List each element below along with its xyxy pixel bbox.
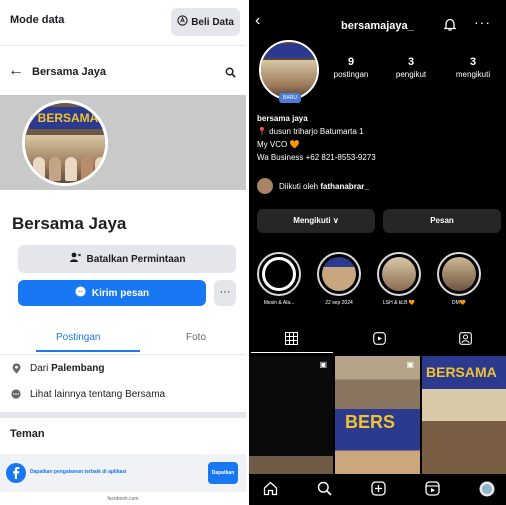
follower-avatar [257,178,273,194]
data-icon [177,15,188,29]
location-pin-icon [10,363,22,374]
back-arrow-icon[interactable]: ← [8,62,24,80]
bio-line: 📍 dusun triharjo Batumarta 1 [257,127,364,136]
friends-heading: Teman [10,428,45,440]
highlight-circle[interactable] [257,252,301,296]
followers-count: 3 [407,56,415,68]
get-app-button[interactable]: Dapatkan [208,462,238,484]
bio-line: My VCO 🧡 [257,140,300,149]
ig-avatar-banner [263,44,317,58]
stat-followers[interactable]: 3 pengikut [381,56,441,79]
fb-nav-bar: ← Bersama Jaya [0,58,246,88]
mode-data-label: Mode data [10,14,65,26]
send-message-button[interactable]: Kirim pesan [18,280,206,306]
create-post-icon[interactable] [371,481,386,501]
ig-top-bar: ‹ bersamajaya_ ··· [249,0,506,40]
highlight-label: LSH & kLB 🧡 [382,300,416,306]
highlight-circle[interactable] [317,252,361,296]
grid-icon[interactable] [285,332,298,350]
following-button[interactable]: Mengikuti ∨ [257,209,375,233]
fb-top-bar: Mode data Beli Data [0,0,246,46]
highlight-label: DM🧡 [451,300,466,306]
app-install-banner: Dapatkan pengalaman terbaik di aplikasi … [0,454,246,492]
cancel-request-button[interactable]: Batalkan Permintaan [18,245,236,273]
stat-posts[interactable]: 9 postingan [321,56,381,79]
back-chevron-icon[interactable]: ‹ [255,12,260,30]
avatar-group-photo [25,135,105,183]
ig-profile-avatar[interactable] [259,40,319,100]
posts-label: postingan [333,70,369,79]
reels-nav-icon[interactable] [425,481,440,501]
posts-count: 9 [347,56,355,68]
section-divider [0,412,246,418]
more-options-button[interactable]: ··· [214,280,236,306]
posts-grid: ▣ ▣ BERS BERSAMA [249,356,506,474]
beli-data-button[interactable]: Beli Data [171,8,240,36]
new-badge: BARU [279,93,301,103]
post-banner-text: BERSAMA [426,364,497,380]
ig-tabs [249,330,506,354]
ig-username: bersamajaya_ [341,20,414,32]
active-tab-indicator [36,350,140,352]
person-icon [69,252,81,266]
post-thumbnail[interactable]: ▣ BERS [335,356,420,474]
stat-following[interactable]: 3 mengikuti [443,56,503,79]
location-prefix: Dari [30,362,52,374]
fb-tabs: Postingan Foto [0,326,246,354]
highlight-circle[interactable] [437,252,481,296]
search-icon[interactable] [317,481,332,501]
followed-by-prefix: Diikuti oleh [279,181,321,191]
search-icon[interactable] [225,65,236,83]
facebook-logo-icon [6,463,26,488]
tagged-icon[interactable] [459,332,472,350]
message-button[interactable]: Pesan [383,209,501,233]
profile-name: Bersama Jaya [12,214,127,233]
facebook-profile-panel: Mode data Beli Data ← Bersama Jaya BERSA… [0,0,246,505]
url-label: facebook.com [107,496,139,502]
location-row: Dari Palembang [0,357,246,379]
following-count: 3 [469,56,477,68]
following-label: mengikuti [455,70,491,79]
reel-badge-icon: ▣ [406,360,414,369]
highlight-label: 22 sep 2024 [325,300,353,306]
post-banner-text: BERS [345,412,396,432]
tabs-divider [0,354,246,355]
active-tab-indicator [251,352,333,353]
home-icon[interactable] [263,481,278,501]
post-thumbnail[interactable]: BERSAMA [422,356,506,474]
highlight-label: Mesin & Ala... [263,300,295,306]
more-dots-icon [10,389,22,399]
reel-badge-icon: ▣ [319,360,327,369]
followed-by-row[interactable]: Diikuti oleh fathanabrar_ [257,178,497,194]
see-more-row[interactable]: Lihat lainnya tentang Bersama [0,383,246,405]
more-options-icon[interactable]: ··· [474,14,491,30]
cancel-request-label: Batalkan Permintaan [86,253,186,265]
screenshot-root: Mode data Beli Data ← Bersama Jaya BERSA… [0,0,506,505]
beli-data-label: Beli Data [191,16,234,28]
tab-foto[interactable]: Foto [186,332,206,343]
avatar-banner-text: BERSAMA [29,107,105,129]
profile-avatar-icon[interactable] [479,481,495,502]
page-title: Bersama Jaya [32,66,107,78]
followed-by-user: fathanabrar_ [320,181,369,191]
profile-avatar[interactable]: BERSAMA [22,100,108,186]
location-city: Palembang [51,362,105,374]
ig-bottom-nav [249,474,506,505]
send-message-label: Kirim pesan [91,287,150,299]
messenger-icon [75,286,86,300]
followers-label: pengikut [395,70,427,79]
instagram-profile-panel: ‹ bersamajaya_ ··· BARU 9 postingan 3 pe… [249,0,506,505]
see-more-label: Lihat lainnya tentang Bersama [30,388,166,400]
bell-icon[interactable] [443,18,457,36]
reels-icon[interactable] [373,332,386,350]
tab-postingan[interactable]: Postingan [56,332,100,343]
bio-name: bersama jaya [257,114,308,123]
bio-line: Wa Business +62 821-8553-9273 [257,153,376,162]
app-banner-text: Dapatkan pengalaman terbaik di aplikasi [30,469,127,475]
post-thumbnail[interactable]: ▣ [249,356,333,474]
highlight-circle[interactable] [377,252,421,296]
